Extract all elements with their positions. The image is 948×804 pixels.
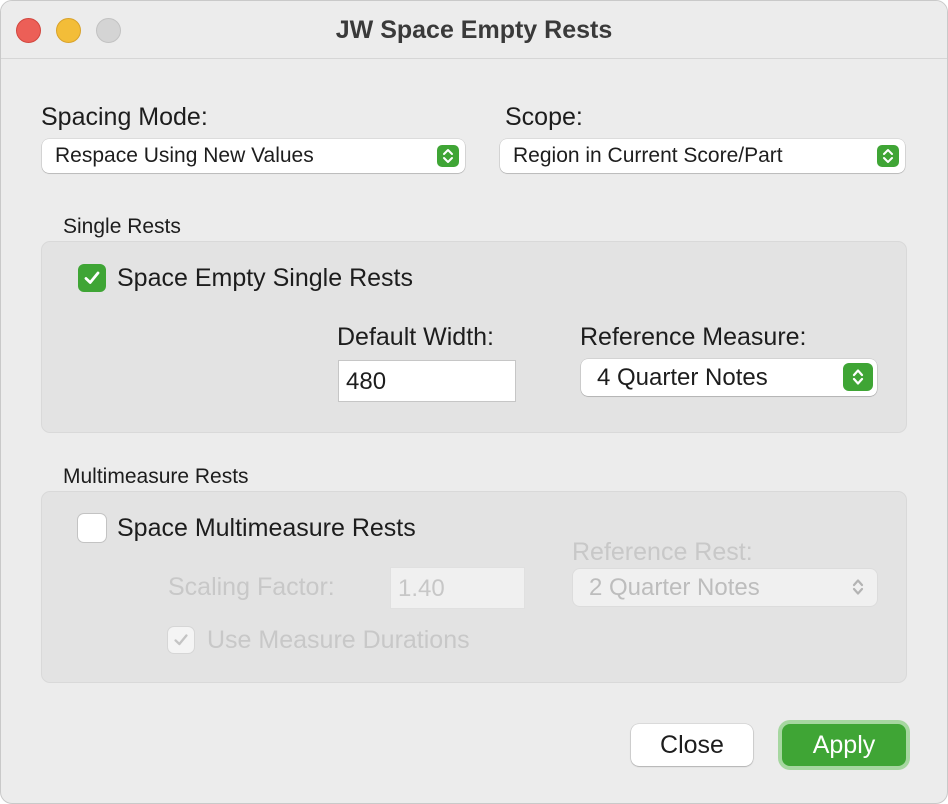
spacing-mode-value: Respace Using New Values bbox=[55, 144, 314, 167]
use-measure-durations-checkbox[interactable] bbox=[168, 627, 194, 653]
reference-rest-value: 2 Quarter Notes bbox=[589, 574, 760, 601]
reference-measure-value: 4 Quarter Notes bbox=[597, 364, 768, 391]
spacing-mode-select[interactable]: Respace Using New Values bbox=[42, 139, 465, 173]
up-down-chevron-icon bbox=[437, 145, 459, 167]
reference-measure-label: Reference Measure: bbox=[580, 323, 807, 351]
scope-label: Scope: bbox=[505, 103, 583, 131]
space-empty-single-rests-checkbox[interactable] bbox=[78, 264, 106, 292]
default-width-field[interactable]: 480 bbox=[338, 360, 516, 402]
up-down-chevron-icon bbox=[877, 145, 899, 167]
single-rests-section-label: Single Rests bbox=[63, 215, 181, 238]
default-width-label: Default Width: bbox=[337, 323, 495, 351]
scope-select[interactable]: Region in Current Score/Part bbox=[500, 139, 905, 173]
scaling-factor-label: Scaling Factor: bbox=[168, 573, 335, 601]
space-multimeasure-rests-checkbox[interactable] bbox=[78, 514, 106, 542]
title-bar[interactable]: JW Space Empty Rests bbox=[1, 1, 947, 59]
spacing-mode-label: Spacing Mode: bbox=[41, 103, 208, 131]
window-title: JW Space Empty Rests bbox=[335, 16, 613, 44]
up-down-chevron-icon bbox=[843, 363, 873, 391]
reference-rest-label: Reference Rest: bbox=[572, 538, 753, 566]
scope-value: Region in Current Score/Part bbox=[513, 144, 783, 167]
space-multimeasure-rests-label[interactable]: Space Multimeasure Rests bbox=[117, 514, 416, 543]
checkmark-icon bbox=[174, 634, 188, 646]
multimeasure-rests-section-label: Multimeasure Rests bbox=[63, 465, 249, 488]
dialog-window: JW Space Empty Rests Spacing Mode: Respa… bbox=[0, 0, 948, 804]
reference-measure-select[interactable]: 4 Quarter Notes bbox=[581, 359, 877, 396]
up-down-chevron-icon bbox=[843, 573, 873, 601]
close-button[interactable]: Close bbox=[631, 724, 753, 766]
apply-button[interactable]: Apply bbox=[782, 724, 906, 766]
space-empty-single-rests-label[interactable]: Space Empty Single Rests bbox=[117, 264, 413, 293]
scaling-factor-field[interactable]: 1.40 bbox=[390, 567, 525, 609]
use-measure-durations-label[interactable]: Use Measure Durations bbox=[207, 626, 470, 655]
checkmark-icon bbox=[84, 271, 100, 284]
reference-rest-select[interactable]: 2 Quarter Notes bbox=[573, 569, 877, 606]
